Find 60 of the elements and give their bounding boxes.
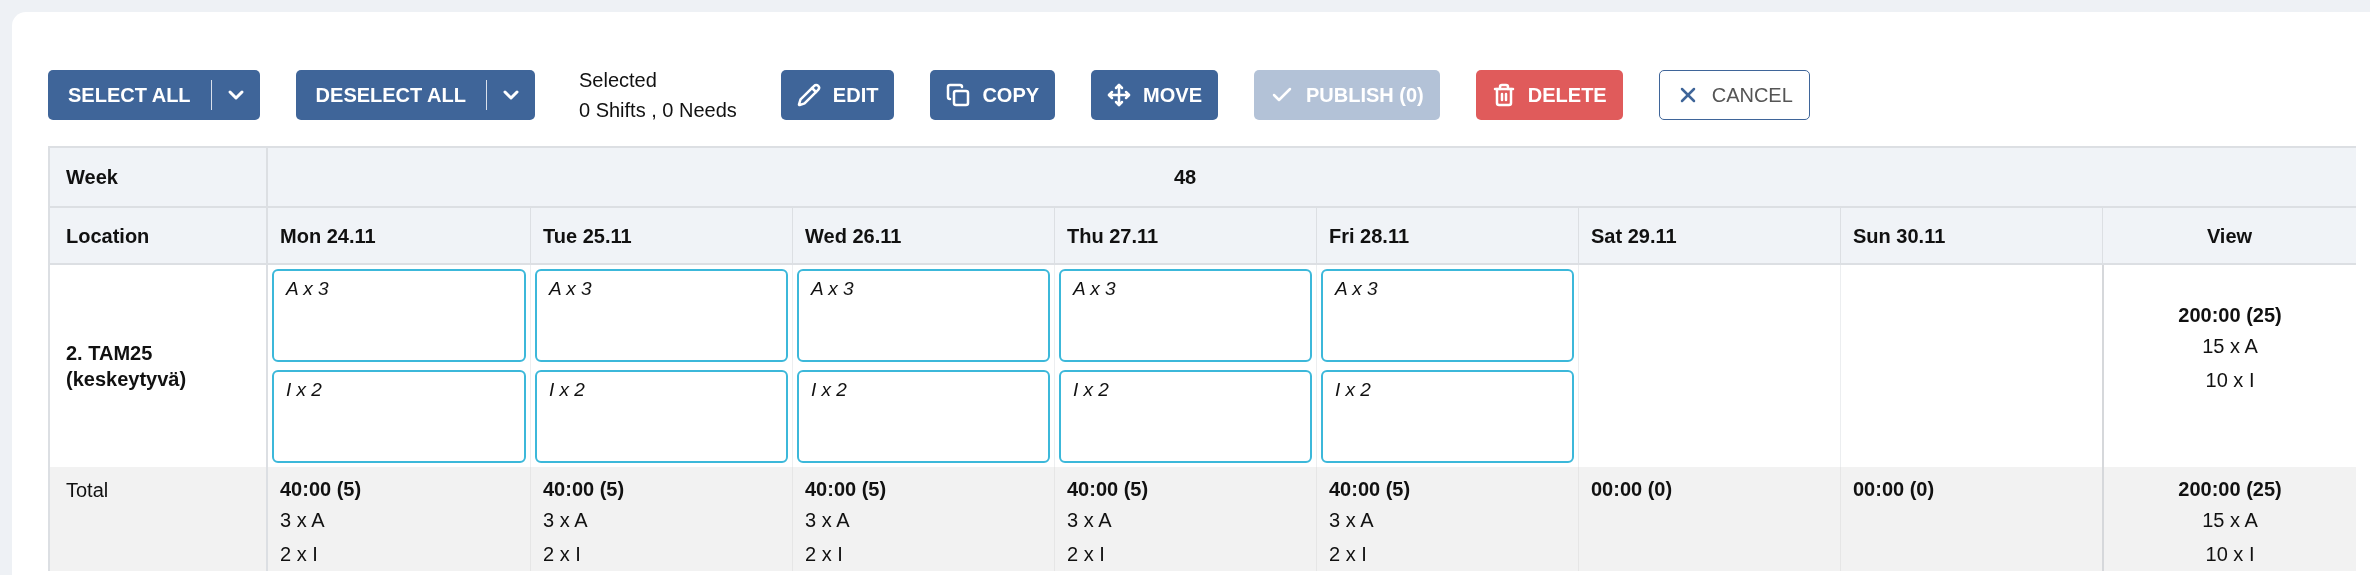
count-line: 2 x I (280, 542, 318, 567)
total-hours: 200:00 (25) (2178, 477, 2282, 502)
need-card[interactable]: A x 3 (797, 269, 1050, 362)
move-button[interactable]: MOVE (1091, 70, 1218, 120)
edit-button[interactable]: EDIT (780, 70, 895, 120)
total-hours: 40:00 (5) (543, 477, 625, 502)
need-card[interactable]: I x 2 (1321, 370, 1574, 463)
count-line: 2 x I (805, 542, 843, 567)
total-hours: 200:00 (25) (2178, 303, 2282, 328)
day-header: Sat 29.11 (1578, 208, 1840, 265)
day-header: Wed 26.11 (792, 208, 1054, 265)
count-line: 2 x I (1329, 542, 1367, 567)
count-line: 15 x A (2202, 508, 2258, 533)
total-hours: 40:00 (5) (1067, 477, 1149, 502)
selection-count: 0 Shifts , 0 Needs (578, 98, 737, 123)
week-number: 48 (268, 148, 2102, 208)
split-button[interactable]: DESELECT ALL (295, 70, 535, 120)
header-cell: Location (50, 208, 268, 265)
split-button-label[interactable]: DESELECT ALL (295, 80, 486, 110)
cancel-button[interactable]: CANCEL (1658, 70, 1810, 120)
total-hours: 00:00 (0) (1591, 477, 1673, 502)
total-hours: 40:00 (5) (280, 477, 362, 502)
day-header: Fri 28.11 (1316, 208, 1578, 265)
count-line: 2 x I (1067, 542, 1105, 567)
selection-title: Selected (578, 68, 658, 93)
total-hours: 40:00 (5) (805, 477, 887, 502)
copy-icon (946, 83, 971, 107)
trash-icon (1491, 83, 1516, 107)
count-line: 10 x I (2205, 368, 2255, 393)
need-card[interactable]: A x 3 (1321, 269, 1574, 362)
day-header: Mon 24.11 (268, 208, 530, 265)
need-card[interactable]: A x 3 (272, 269, 526, 362)
need-card[interactable]: I x 2 (1059, 370, 1312, 463)
pencil-icon (796, 83, 821, 107)
split-button[interactable]: SELECT ALL (48, 70, 260, 120)
need-card[interactable]: I x 2 (272, 370, 526, 463)
view-header: View (2102, 208, 2356, 265)
need-card[interactable]: A x 3 (535, 269, 788, 362)
day-header: Tue 25.11 (530, 208, 792, 265)
count-line: 3 x A (543, 508, 588, 533)
split-button-label[interactable]: SELECT ALL (48, 80, 211, 110)
count-line: 3 x A (1067, 508, 1112, 533)
count-line: 3 x A (1329, 508, 1374, 533)
need-card[interactable]: I x 2 (535, 370, 788, 463)
delete-button[interactable]: DELETE (1475, 70, 1623, 120)
header-cell: Week (50, 148, 268, 208)
count-line: 10 x I (2205, 542, 2255, 567)
count-line: 3 x A (280, 508, 325, 533)
need-card[interactable]: I x 2 (797, 370, 1050, 463)
count-line: 2 x I (543, 542, 581, 567)
total-hours: 40:00 (5) (1329, 477, 1411, 502)
count-line: 3 x A (805, 508, 850, 533)
need-card[interactable]: A x 3 (1059, 269, 1312, 362)
total-label: Total (50, 467, 268, 571)
copy-button[interactable]: COPY (930, 70, 1056, 120)
move-icon (1107, 83, 1132, 107)
day-header: Thu 27.11 (1054, 208, 1316, 265)
total-hours: 00:00 (0) (1853, 477, 1935, 502)
count-line: 15 x A (2202, 334, 2258, 359)
day-header: Sun 30.11 (1840, 208, 2102, 265)
